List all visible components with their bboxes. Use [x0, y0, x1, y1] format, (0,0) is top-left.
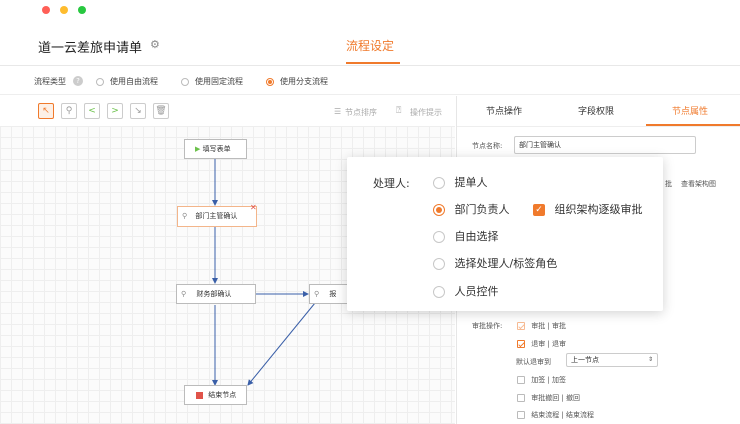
op-add-sign-checkbox[interactable] [517, 376, 525, 384]
app-title: 道一云差旅申请单 [38, 41, 143, 56]
connector-tool-icon[interactable]: ↘ [130, 103, 146, 119]
tab-flow-settings[interactable]: 流程设定 [346, 37, 394, 54]
radio-free-flow-label: 使用自由流程 [110, 77, 158, 86]
gear-icon[interactable]: ⚙ [150, 38, 160, 51]
handler-popup: 处理人: 提单人 部门负责人 ✓ 组织架构逐级审批 自由选择 选择处理人/标签角… [347, 157, 663, 311]
panel-divider [457, 126, 740, 127]
node-sort-label[interactable]: 节点排序 [345, 107, 377, 118]
window-titlebar [0, 0, 740, 22]
handler-option-select-role-label: 选择处理人/标签角色 [454, 257, 558, 270]
default-return-value: 上一节点 [571, 356, 599, 364]
op-withdraw[interactable]: 审批撤回 | 撤回 [517, 393, 580, 403]
view-org-chart-link[interactable]: 查看架构图 [681, 179, 716, 189]
node-next-label: 报 [329, 290, 337, 298]
radio-fixed-flow[interactable] [181, 77, 189, 86]
handler-option-free-radio[interactable] [433, 231, 445, 243]
user-node-tool-icon[interactable]: ⚲ [61, 103, 77, 119]
op-end-flow-label: 结束流程 | 结束流程 [531, 411, 595, 419]
op-approve-checkbox[interactable] [517, 322, 525, 330]
default-return-select[interactable]: 上一节点 ⇕ [566, 353, 658, 367]
node-start-label: 填写表单 [202, 145, 231, 153]
user-icon: ⚲ [182, 212, 188, 220]
org-level-approval-label: 组织架构逐级审批 [554, 203, 643, 216]
handler-option-submitter-radio[interactable] [433, 177, 445, 189]
handler-option-select-role[interactable]: 选择处理人/标签角色 [433, 255, 557, 271]
flow-type-bar: 流程类型 ? 使用自由流程 使用固定流程 使用分支流程 [0, 67, 740, 95]
op-return-checkbox[interactable] [517, 340, 525, 348]
handler-option-dept-head[interactable]: 部门负责人 [433, 201, 510, 217]
node-finance-label: 财务部确认 [196, 290, 232, 298]
handler-label: 处理人: [373, 177, 410, 190]
node-finance[interactable]: ⚲ 财务部确认 [176, 284, 256, 304]
select-tool-icon[interactable]: ↖ [38, 103, 54, 119]
minimize-window-dot[interactable] [60, 6, 68, 14]
node-dept-head-label: 部门主管确认 [195, 212, 238, 220]
radio-branch-flow[interactable] [266, 77, 274, 86]
node-start[interactable]: ▶ 填写表单 [184, 139, 247, 159]
tab-field-permissions[interactable]: 字段权限 [578, 104, 614, 117]
op-add-sign-label: 加签 | 加签 [531, 376, 567, 384]
node-end[interactable]: 结束节点 [184, 385, 247, 405]
op-withdraw-label: 审批撤回 | 撤回 [531, 394, 581, 402]
op-return-label: 退审 | 退审 [531, 340, 567, 348]
delete-tool-icon[interactable]: 🗑 [153, 103, 169, 119]
maximize-window-dot[interactable] [78, 6, 86, 14]
node-dept-head[interactable]: ⚲ 部门主管确认 [177, 206, 257, 227]
org-level-approval[interactable]: ✓ 组织架构逐级审批 [533, 201, 643, 217]
op-approve-label: 审批 | 审批 [531, 322, 567, 330]
handler-option-submitter-label: 提单人 [454, 176, 488, 189]
remove-node-icon[interactable]: ✕ [250, 203, 257, 212]
radio-branch-flow-label: 使用分支流程 [280, 77, 328, 86]
op-add-sign[interactable]: 加签 | 加签 [517, 375, 566, 385]
handler-option-dept-head-label: 部门负责人 [454, 203, 510, 216]
tips-icon[interactable]: ⍰ [396, 106, 401, 116]
handler-option-select-role-radio[interactable] [433, 258, 445, 270]
sort-icon[interactable]: ☰ [334, 107, 341, 116]
play-icon: ▶ [195, 145, 201, 153]
user-icon: ⚲ [314, 290, 320, 298]
tab-node-properties[interactable]: 节点属性 [672, 104, 708, 117]
handler-option-person-control-label: 人员控件 [454, 285, 499, 298]
app-header: 道一云差旅申请单 ⚙ 流程设定 [0, 22, 740, 66]
handler-option-submitter[interactable]: 提单人 [433, 174, 488, 190]
default-return-label: 默认退审到 [516, 358, 551, 366]
op-end-flow[interactable]: 结束流程 | 结束流程 [517, 410, 594, 420]
op-return[interactable]: 退审 | 退审 [517, 339, 566, 349]
radio-free-flow[interactable] [96, 77, 104, 86]
operation-tips-label[interactable]: 操作提示 [410, 107, 442, 118]
handler-option-free-label: 自由选择 [454, 230, 499, 243]
flow-type-label: 流程类型 [34, 77, 66, 86]
handler-option-person-control-radio[interactable] [433, 286, 445, 298]
side-link-1: 批 [665, 180, 672, 188]
handler-option-dept-head-radio[interactable] [433, 204, 445, 216]
node-name-label: 节点名称: [472, 142, 503, 150]
tab-node-operations[interactable]: 节点操作 [486, 104, 522, 117]
branch-tool-icon[interactable]: < [84, 103, 100, 119]
op-approve[interactable]: 审批 | 审批 [517, 321, 566, 331]
user-icon: ⚲ [181, 290, 187, 298]
stop-icon [196, 391, 203, 399]
radio-fixed-flow-label: 使用固定流程 [195, 77, 243, 86]
op-end-flow-checkbox[interactable] [517, 411, 525, 419]
handler-option-free[interactable]: 自由选择 [433, 228, 499, 244]
canvas-toolbar: ↖ ⚲ < > ↘ 🗑 ☰ 节点排序 ⍰ 操作提示 [0, 96, 455, 126]
org-level-approval-checkbox[interactable]: ✓ [533, 204, 545, 216]
node-name-input[interactable]: 部门主管确认 [514, 136, 696, 154]
merge-tool-icon[interactable]: > [107, 103, 123, 119]
close-window-dot[interactable] [42, 6, 50, 14]
select-arrows-icon: ⇕ [647, 356, 653, 363]
op-withdraw-checkbox[interactable] [517, 394, 525, 402]
edge-next-to-end [247, 302, 316, 386]
help-icon[interactable]: ? [73, 76, 83, 86]
active-tab-underline [346, 62, 400, 64]
approve-ops-label: 审批操作: [472, 322, 503, 330]
handler-option-person-control[interactable]: 人员控件 [433, 283, 499, 299]
node-end-label: 结束节点 [208, 391, 237, 399]
